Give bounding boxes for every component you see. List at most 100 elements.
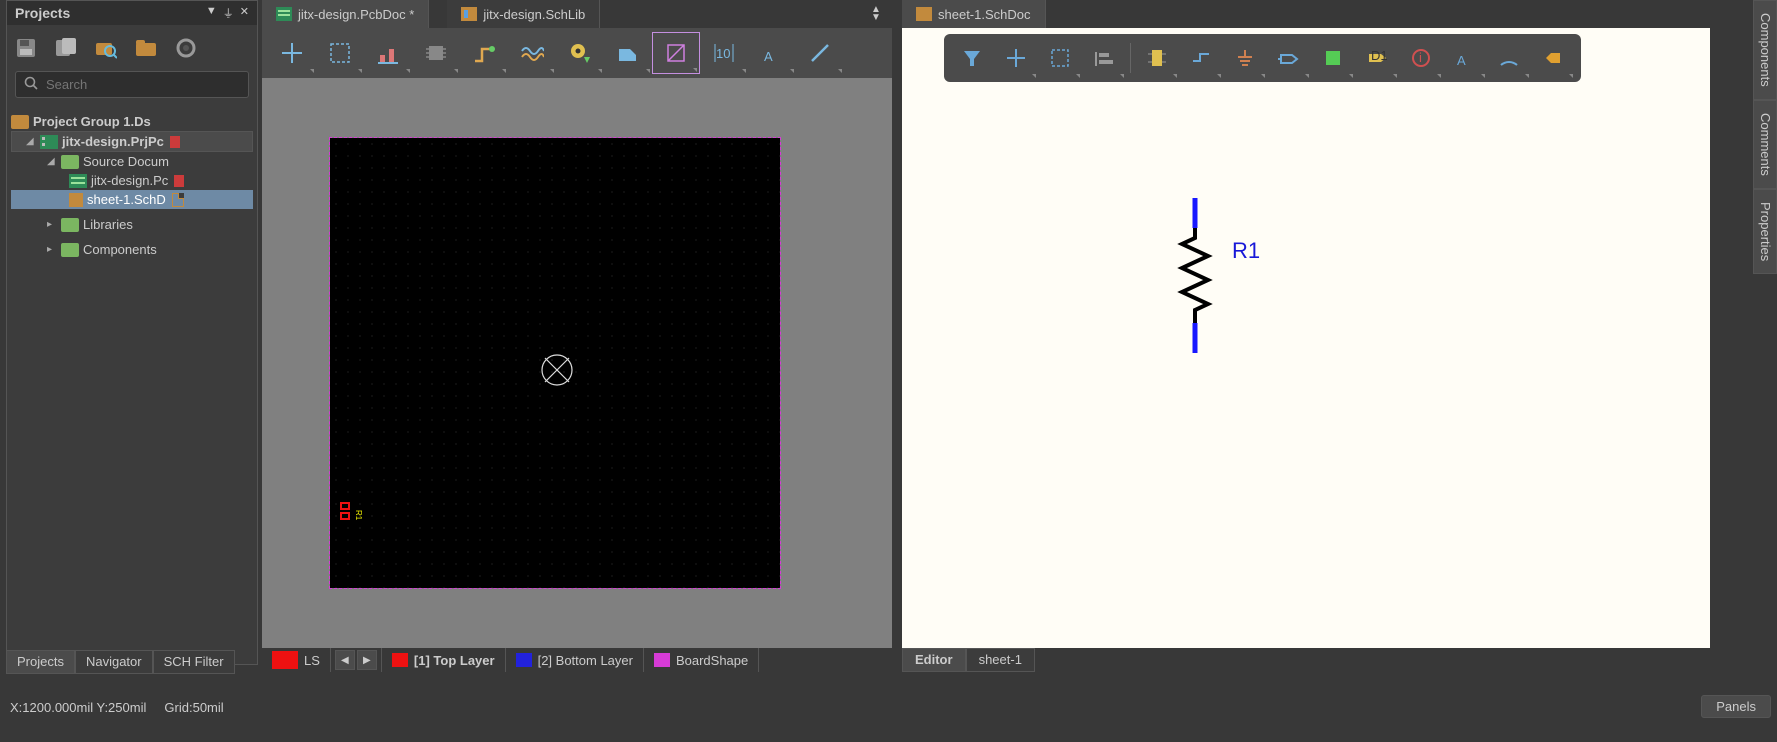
tree-components-label: Components — [83, 242, 157, 257]
pcb-doc-icon — [276, 7, 292, 21]
tree-source-documents[interactable]: ◢ Source Docum — [11, 152, 253, 171]
svg-text:i: i — [1419, 50, 1422, 65]
sch-tool-align[interactable] — [1082, 37, 1126, 79]
pcb-component-ref: R1 — [354, 510, 363, 520]
bottom-tab-sch-filter[interactable]: SCH Filter — [153, 650, 235, 674]
side-tab-comments[interactable]: Comments — [1753, 100, 1777, 189]
projects-search[interactable] — [15, 71, 249, 98]
sch-tool-part[interactable] — [1135, 37, 1179, 79]
pcb-tool-route[interactable] — [460, 32, 508, 74]
pcb-toolbar: 10 A — [262, 28, 892, 78]
sch-tab-sheet[interactable]: sheet-1 — [966, 648, 1035, 672]
pcb-tool-diff-pair[interactable] — [508, 32, 556, 74]
tree-libraries[interactable]: ▸ Libraries — [11, 215, 253, 234]
collapse-arrow-icon: ▸ — [47, 244, 57, 255]
sch-tool-filter[interactable] — [950, 37, 994, 79]
tree-project-group[interactable]: Project Group 1.Ds — [11, 112, 253, 131]
sch-tab-editor[interactable]: Editor — [902, 648, 966, 672]
modified-flag-icon — [174, 175, 184, 187]
panel-pin-icon[interactable]: ⏚ — [223, 5, 234, 21]
panel-menu-icon[interactable]: ▼ — [206, 5, 217, 21]
layer-top[interactable]: [1] Top Layer — [382, 648, 506, 672]
pcb-tool-move[interactable] — [268, 32, 316, 74]
project-group-icon — [11, 115, 29, 129]
projects-tree: Project Group 1.Ds ◢ jitx-design.PrjPc ◢… — [11, 112, 253, 259]
pcb-tool-select-rect[interactable] — [316, 32, 364, 74]
folder-icon — [61, 218, 79, 232]
projects-search-input[interactable] — [46, 77, 240, 92]
projects-panel: Projects ▼ ⏚ ✕ Project Gro — [6, 0, 258, 665]
pcb-tool-plane[interactable] — [604, 32, 652, 74]
layer-nav: ◀ ▶ — [331, 648, 382, 672]
save-icon[interactable] — [15, 37, 37, 59]
sch-tool-port[interactable] — [1267, 37, 1311, 79]
sch-tool-netlabel[interactable] — [1531, 37, 1575, 79]
expand-arrow-icon: ◢ — [47, 156, 57, 167]
schematic-editor[interactable]: D1 i A R1 — [902, 28, 1710, 648]
pcb-origin-marker — [540, 353, 574, 387]
tree-pcb-doc-label: jitx-design.Pc — [91, 173, 168, 188]
tree-source-documents-label: Source Docum — [83, 154, 169, 169]
layer-color-swatch — [392, 653, 408, 667]
document-tabs-left: jitx-design.PcbDoc * jitx-design.SchLib — [262, 0, 600, 28]
pcb-tool-component[interactable] — [412, 32, 460, 74]
bottom-tab-projects[interactable]: Projects — [6, 650, 75, 674]
project-folder-icon[interactable] — [135, 37, 157, 59]
settings-gear-icon[interactable] — [175, 37, 197, 59]
search-project-icon[interactable] — [95, 37, 117, 59]
pcb-tool-align[interactable] — [364, 32, 412, 74]
side-tab-properties[interactable]: Properties — [1753, 189, 1777, 274]
schematic-resistor[interactable] — [1170, 198, 1220, 358]
schematic-resistor-ref: R1 — [1232, 238, 1260, 264]
sch-tool-probe[interactable]: i — [1399, 37, 1443, 79]
pcb-tool-dimension[interactable]: 10 — [700, 32, 748, 74]
sch-tool-directive[interactable]: D1 — [1355, 37, 1399, 79]
layer-color-swatch — [272, 651, 298, 669]
sch-tool-gnd[interactable] — [1223, 37, 1267, 79]
side-tab-components[interactable]: Components — [1753, 0, 1777, 100]
pcb-tool-line[interactable] — [796, 32, 844, 74]
sch-tool-wire[interactable] — [1179, 37, 1223, 79]
file-status-icon — [172, 193, 184, 207]
pcb-placed-component[interactable]: R1 — [338, 500, 356, 524]
sch-tool-text[interactable]: A — [1443, 37, 1487, 79]
layer-bottom[interactable]: [2] Bottom Layer — [506, 648, 644, 672]
svg-text:D1: D1 — [1371, 48, 1388, 63]
tree-project[interactable]: ◢ jitx-design.PrjPc — [11, 131, 253, 152]
doc-tab-pcb[interactable]: jitx-design.PcbDoc * — [262, 0, 429, 28]
pcb-tool-via[interactable] — [556, 32, 604, 74]
doc-tab-sheet[interactable]: sheet-1.SchDoc — [902, 0, 1046, 28]
doc-tab-schlib-label: jitx-design.SchLib — [483, 7, 585, 22]
pcb-tool-fill[interactable] — [652, 32, 700, 74]
schematic-toolbar: D1 i A — [944, 34, 1581, 82]
pcb-layer-bar: LS ◀ ▶ [1] Top Layer [2] Bottom Layer Bo… — [262, 648, 759, 672]
pcb-tool-text[interactable]: A — [748, 32, 796, 74]
compile-icon[interactable] — [55, 37, 77, 59]
doc-tab-scroll[interactable]: ▲ ▼ — [868, 0, 884, 28]
tree-pcb-doc[interactable]: jitx-design.Pc — [11, 171, 253, 190]
layer-prev-button[interactable]: ◀ — [335, 650, 355, 670]
tree-project-label: jitx-design.PrjPc — [62, 134, 164, 149]
sch-file-icon — [69, 193, 83, 207]
layer-next-button[interactable]: ▶ — [357, 650, 377, 670]
tree-project-group-label: Project Group 1.Ds — [33, 114, 151, 129]
doc-tab-schlib[interactable]: jitx-design.SchLib — [447, 0, 600, 28]
panels-button[interactable]: Panels — [1701, 695, 1771, 718]
bottom-tab-navigator[interactable]: Navigator — [75, 650, 153, 674]
layer-set-ls[interactable]: LS — [262, 648, 331, 672]
sch-tool-arc[interactable] — [1487, 37, 1531, 79]
layer-color-swatch — [654, 653, 670, 667]
doc-tab-sheet-label: sheet-1.SchDoc — [938, 7, 1031, 22]
sch-tool-move[interactable] — [994, 37, 1038, 79]
tree-components[interactable]: ▸ Components — [11, 240, 253, 259]
sch-tool-sheet[interactable] — [1311, 37, 1355, 79]
folder-icon — [61, 155, 79, 169]
layer-boardshape[interactable]: BoardShape — [644, 648, 759, 672]
svg-text:A: A — [764, 49, 773, 64]
modified-flag-icon — [170, 136, 180, 148]
tree-sch-doc[interactable]: sheet-1.SchD — [11, 190, 253, 209]
status-grid: Grid:50mil — [164, 700, 223, 715]
projects-toolbar — [7, 25, 257, 71]
sch-tool-select[interactable] — [1038, 37, 1082, 79]
panel-close-icon[interactable]: ✕ — [240, 5, 249, 21]
